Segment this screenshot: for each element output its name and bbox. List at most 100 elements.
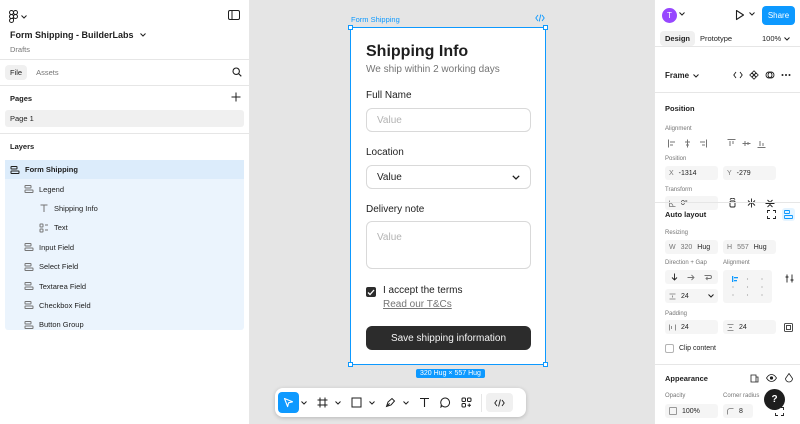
align-middle-icon[interactable] [741,138,751,148]
w-mode[interactable]: Hug [697,244,710,251]
code-icon[interactable] [535,14,545,22]
rectangle-icon [351,397,362,408]
chevron-down-icon[interactable] [679,12,685,16]
blend-mode-icon[interactable] [785,373,793,383]
dev-mode-toggle[interactable] [486,393,513,412]
auto-layout-settings-icon[interactable] [782,208,795,221]
delivery-note-textarea[interactable]: Value [366,221,531,269]
height-input[interactable]: H 557 Hug [723,240,776,254]
layer-text[interactable]: Text [5,218,244,237]
chevron-down-icon[interactable] [299,400,308,405]
play-icon[interactable] [735,9,745,21]
shape-tool-button[interactable] [346,392,367,413]
help-button[interactable]: ? [764,389,785,410]
canvas[interactable]: Form Shipping Shipping Info We ship with… [251,0,654,424]
resize-handle[interactable] [543,25,548,30]
text-tool-button[interactable] [414,392,435,413]
chevron-down-icon[interactable] [333,400,342,405]
horizontal-padding-input[interactable]: 24 [665,320,718,334]
avatar[interactable]: T [662,8,677,23]
tab-file[interactable]: File [5,65,28,80]
frame-type-dropdown[interactable]: Frame [665,71,699,80]
layer-button-group[interactable]: Button Group [5,315,244,334]
flip-horizontal-icon[interactable] [746,198,756,208]
resize-handle[interactable] [348,362,353,367]
chevron-down-icon[interactable] [749,12,755,16]
code-icon[interactable] [733,71,743,79]
flip-vertical-icon[interactable] [765,198,775,208]
main-menu-button[interactable] [9,10,27,23]
share-button[interactable]: Share [762,6,795,25]
page-item[interactable]: Page 1 [5,110,244,127]
arrow-right-icon[interactable] [687,274,695,281]
layer-select-field[interactable]: Select Field [5,257,244,276]
wrap-icon[interactable] [704,274,712,281]
layer-form-shipping[interactable]: Form Shipping [5,160,244,180]
location-value: Value [377,171,402,183]
component-icon[interactable] [749,70,759,80]
chevron-down-icon [708,294,714,298]
clip-content-checkbox[interactable] [665,344,674,353]
sidebar-toggle-icon[interactable] [228,10,240,20]
resize-handle[interactable] [348,25,353,30]
frame-type-row: Frame [655,59,800,93]
layer-shipping-info[interactable]: Shipping Info [5,199,244,218]
mask-icon[interactable] [765,70,775,80]
style-library-icon[interactable] [750,374,759,383]
actions-tool-button[interactable] [456,392,477,413]
align-center-icon[interactable] [682,138,692,148]
layer-legend[interactable]: Legend [5,179,244,198]
add-page-icon[interactable] [231,92,241,102]
gap-input[interactable]: 24 [665,289,718,303]
more-icon[interactable] [781,73,791,77]
individual-padding-icon[interactable] [784,323,793,332]
alignment-grid[interactable] [723,270,772,303]
move-tool-button[interactable] [278,392,299,413]
file-location[interactable]: Drafts [10,45,30,54]
layer-checkbox-field[interactable]: Checkbox Field [5,296,244,315]
direction-toggle[interactable] [665,270,718,284]
comment-tool-button[interactable] [435,392,456,413]
save-shipping-button[interactable]: Save shipping information [366,326,531,350]
pen-tool-button[interactable] [380,392,401,413]
resize-handle[interactable] [543,362,548,367]
opacity-input[interactable]: 100% [665,404,718,418]
y-position-input[interactable]: Y -279 [723,166,776,180]
layer-textarea-field[interactable]: Textarea Field [5,276,244,295]
chevron-down-icon[interactable] [367,400,376,405]
chevron-down-icon[interactable] [401,400,410,405]
advanced-settings-icon[interactable] [785,274,794,283]
rotate-90-icon[interactable] [727,198,737,208]
eye-icon[interactable] [766,374,777,382]
location-select[interactable]: Value [366,165,531,189]
arrow-down-icon[interactable] [671,273,678,281]
layer-input-field[interactable]: Input Field [5,238,244,257]
terms-checkbox[interactable] [366,287,376,297]
tab-prototype[interactable]: Prototype [695,31,737,46]
file-title-button[interactable]: Form Shipping - BuilderLabs [10,30,146,40]
frame-label[interactable]: Form Shipping [351,15,400,24]
layers-list: Form Shipping Legend Shipping Info Text … [5,160,244,330]
transform-actions [727,198,775,208]
terms-label[interactable]: I accept the terms [383,285,462,296]
frame-tool-button[interactable] [312,392,333,413]
vertical-padding-input[interactable]: 24 [723,320,776,334]
form-frame[interactable]: Shipping Info We ship within 2 working d… [348,25,548,367]
align-bottom-icon[interactable] [756,138,766,148]
search-icon[interactable] [232,67,242,77]
zoom-dropdown[interactable]: 100% [762,34,791,43]
align-left-icon[interactable] [667,138,677,148]
tab-design[interactable]: Design [660,31,696,46]
h-mode[interactable]: Hug [754,244,767,251]
full-name-input[interactable]: Value [366,108,531,132]
corner-radius-input[interactable]: 8 [723,404,753,418]
align-right-icon[interactable] [697,138,707,148]
width-input[interactable]: W 320 Hug [665,240,718,254]
tab-assets[interactable]: Assets [31,65,64,80]
x-position-input[interactable]: X -1314 [665,166,718,180]
clip-content-label[interactable]: Clip content [679,345,716,352]
align-top-icon[interactable] [726,138,736,148]
resize-to-fit-icon[interactable] [767,210,776,219]
terms-link[interactable]: Read our T&Cs [383,299,452,310]
rotation-input[interactable]: 0° [665,196,718,210]
